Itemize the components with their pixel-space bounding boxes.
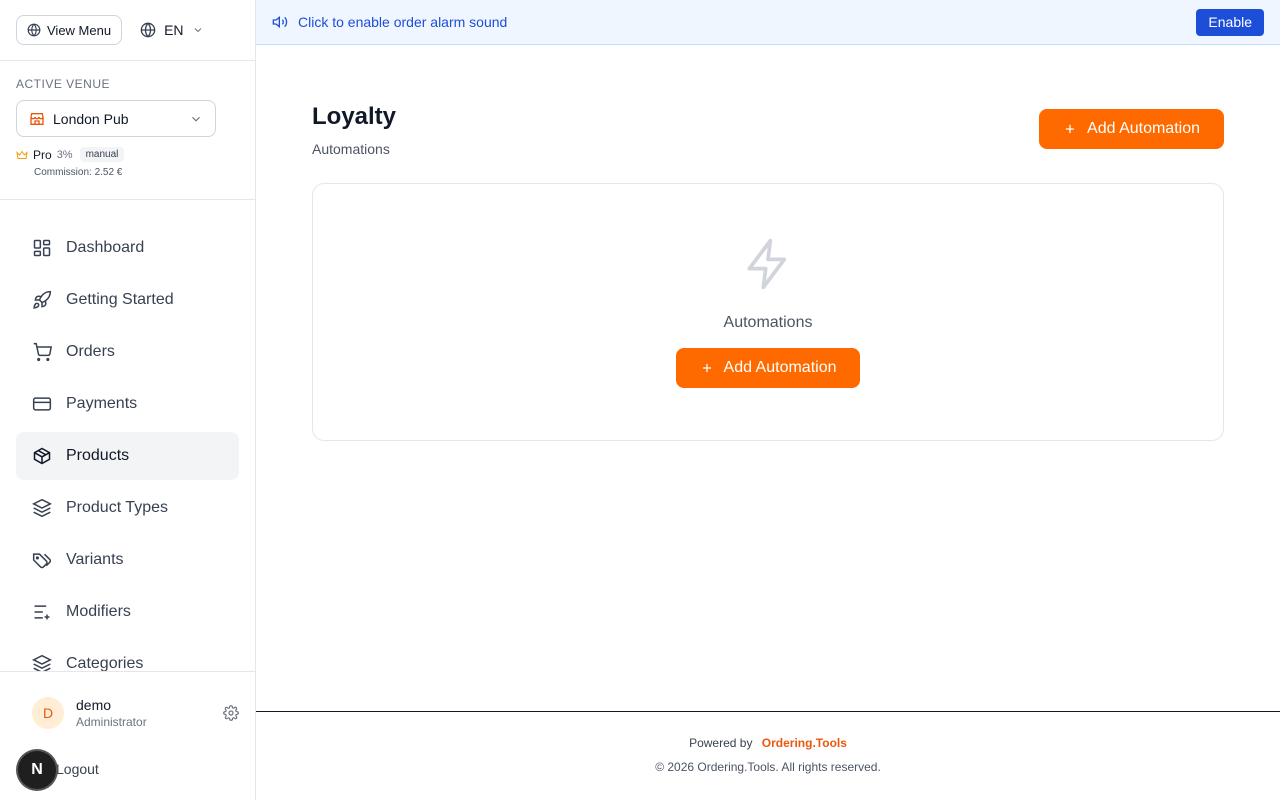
brand-link[interactable]: Ordering.Tools xyxy=(762,736,847,750)
credit-card-icon xyxy=(32,397,52,411)
package-icon xyxy=(33,447,51,465)
plan-name: Pro xyxy=(33,147,52,162)
language-selector[interactable]: EN xyxy=(140,22,203,38)
plan-percent: 3% xyxy=(56,148,73,161)
chevron-down-icon xyxy=(194,28,201,33)
sidebar-item-products[interactable]: Products xyxy=(16,432,239,480)
sidebar-item-dashboard[interactable]: Dashboard xyxy=(16,224,239,272)
plus-icon xyxy=(1065,124,1075,134)
sidebar-item-label: Dashboard xyxy=(66,239,145,256)
page-content: Loyalty Automations Add Automation Autom… xyxy=(256,45,1280,441)
dev-tools-badge[interactable]: N xyxy=(18,751,56,789)
logout-label: Logout xyxy=(56,761,99,777)
sidebar-item-payments[interactable]: Payments xyxy=(16,380,239,428)
alarm-banner: Click to enable order alarm sound Enable xyxy=(256,0,1280,45)
layers-icon xyxy=(32,498,52,518)
sidebar-item-label: Payments xyxy=(66,395,138,412)
rocket-icon xyxy=(33,290,52,309)
sidebar-item-variants[interactable]: Variants xyxy=(16,536,239,584)
powered-by: Powered by Ordering.Tools xyxy=(256,736,1280,750)
sidebar-item-modifiers[interactable]: Modifiers xyxy=(16,588,239,636)
view-menu-label: View Menu xyxy=(47,22,112,38)
enable-alarm-button[interactable]: Enable xyxy=(1196,8,1264,36)
cart-icon xyxy=(33,342,52,362)
sidebar-item-orders[interactable]: Orders xyxy=(16,328,239,376)
sidebar-item-label: Modifiers xyxy=(66,603,131,620)
venue-select[interactable]: London Pub xyxy=(16,100,216,137)
empty-state-text: Automations xyxy=(723,314,813,331)
logout-button[interactable]: N Logout xyxy=(18,751,239,789)
copyright-text: © 2026 Ordering.Tools. All rights reserv… xyxy=(655,760,881,774)
plan-row: Pro 3% manual xyxy=(16,147,239,162)
language-label: EN xyxy=(164,22,184,38)
powered-by-label: Powered by xyxy=(689,736,753,750)
view-menu-button[interactable]: View Menu xyxy=(16,15,123,45)
page-header: Loyalty Automations Add Automation xyxy=(312,103,1224,157)
main-content: Click to enable order alarm sound Enable… xyxy=(256,0,1280,800)
active-venue-label: Active Venue xyxy=(16,77,111,91)
add-automation-button[interactable]: Add Automation xyxy=(1039,109,1224,149)
gear-icon[interactable] xyxy=(223,705,239,721)
plus-icon xyxy=(702,363,711,373)
sidebar-user-section: D demo Administrator N Logout xyxy=(0,671,255,800)
empty-state-card: Automations Add Automation xyxy=(312,183,1224,441)
user-row: D demo Administrator xyxy=(32,697,239,729)
add-automation-label: Add Automation xyxy=(1087,120,1200,137)
user-info: demo Administrator xyxy=(76,697,211,729)
globe-icon xyxy=(27,23,41,37)
empty-add-automation-button[interactable]: Add Automation xyxy=(675,348,861,388)
sidebar-item-label: Product Types xyxy=(66,499,168,516)
active-venue-section: Active Venue London Pub Pro 3% manual Co… xyxy=(0,61,255,200)
speaker-icon xyxy=(272,15,288,29)
dashboard-icon xyxy=(33,239,51,257)
avatar: D xyxy=(32,697,64,729)
chevron-down-icon xyxy=(192,116,200,122)
globe-icon xyxy=(140,22,156,38)
sidebar-item-product-types[interactable]: Product Types xyxy=(16,484,239,532)
page-heading: Loyalty Automations xyxy=(312,103,396,157)
sidebar-nav: Dashboard Getting Started Orders Payment… xyxy=(0,200,255,688)
sidebar-item-label: Variants xyxy=(66,551,124,568)
plan-badge: manual xyxy=(79,147,125,162)
sidebar-item-label: Orders xyxy=(66,343,115,360)
sidebar-item-label: Getting Started xyxy=(66,291,174,308)
page-title: Loyalty xyxy=(312,103,397,130)
user-name: demo xyxy=(76,697,112,713)
tag-icon xyxy=(32,553,52,569)
empty-add-automation-label: Add Automation xyxy=(723,359,837,376)
sidebar-item-getting-started[interactable]: Getting Started xyxy=(16,276,239,324)
sidebar-top-bar: View Menu EN xyxy=(0,0,255,61)
store-icon xyxy=(30,112,44,125)
crown-icon xyxy=(16,150,28,159)
alarm-text[interactable]: Click to enable order alarm sound xyxy=(298,14,1186,30)
sidebar: View Menu EN Active Venue London Pub Pro… xyxy=(0,0,256,800)
user-role: Administrator xyxy=(76,715,147,729)
venue-name: London Pub xyxy=(53,110,129,127)
commission-text: Commission: 2.52 € xyxy=(34,167,123,178)
lightning-icon xyxy=(747,238,787,290)
list-plus-icon xyxy=(34,605,50,620)
footer: Powered by Ordering.Tools © 2026 Orderin… xyxy=(256,711,1280,800)
sidebar-item-label: Products xyxy=(66,447,130,464)
page-subtitle: Automations xyxy=(312,141,390,157)
